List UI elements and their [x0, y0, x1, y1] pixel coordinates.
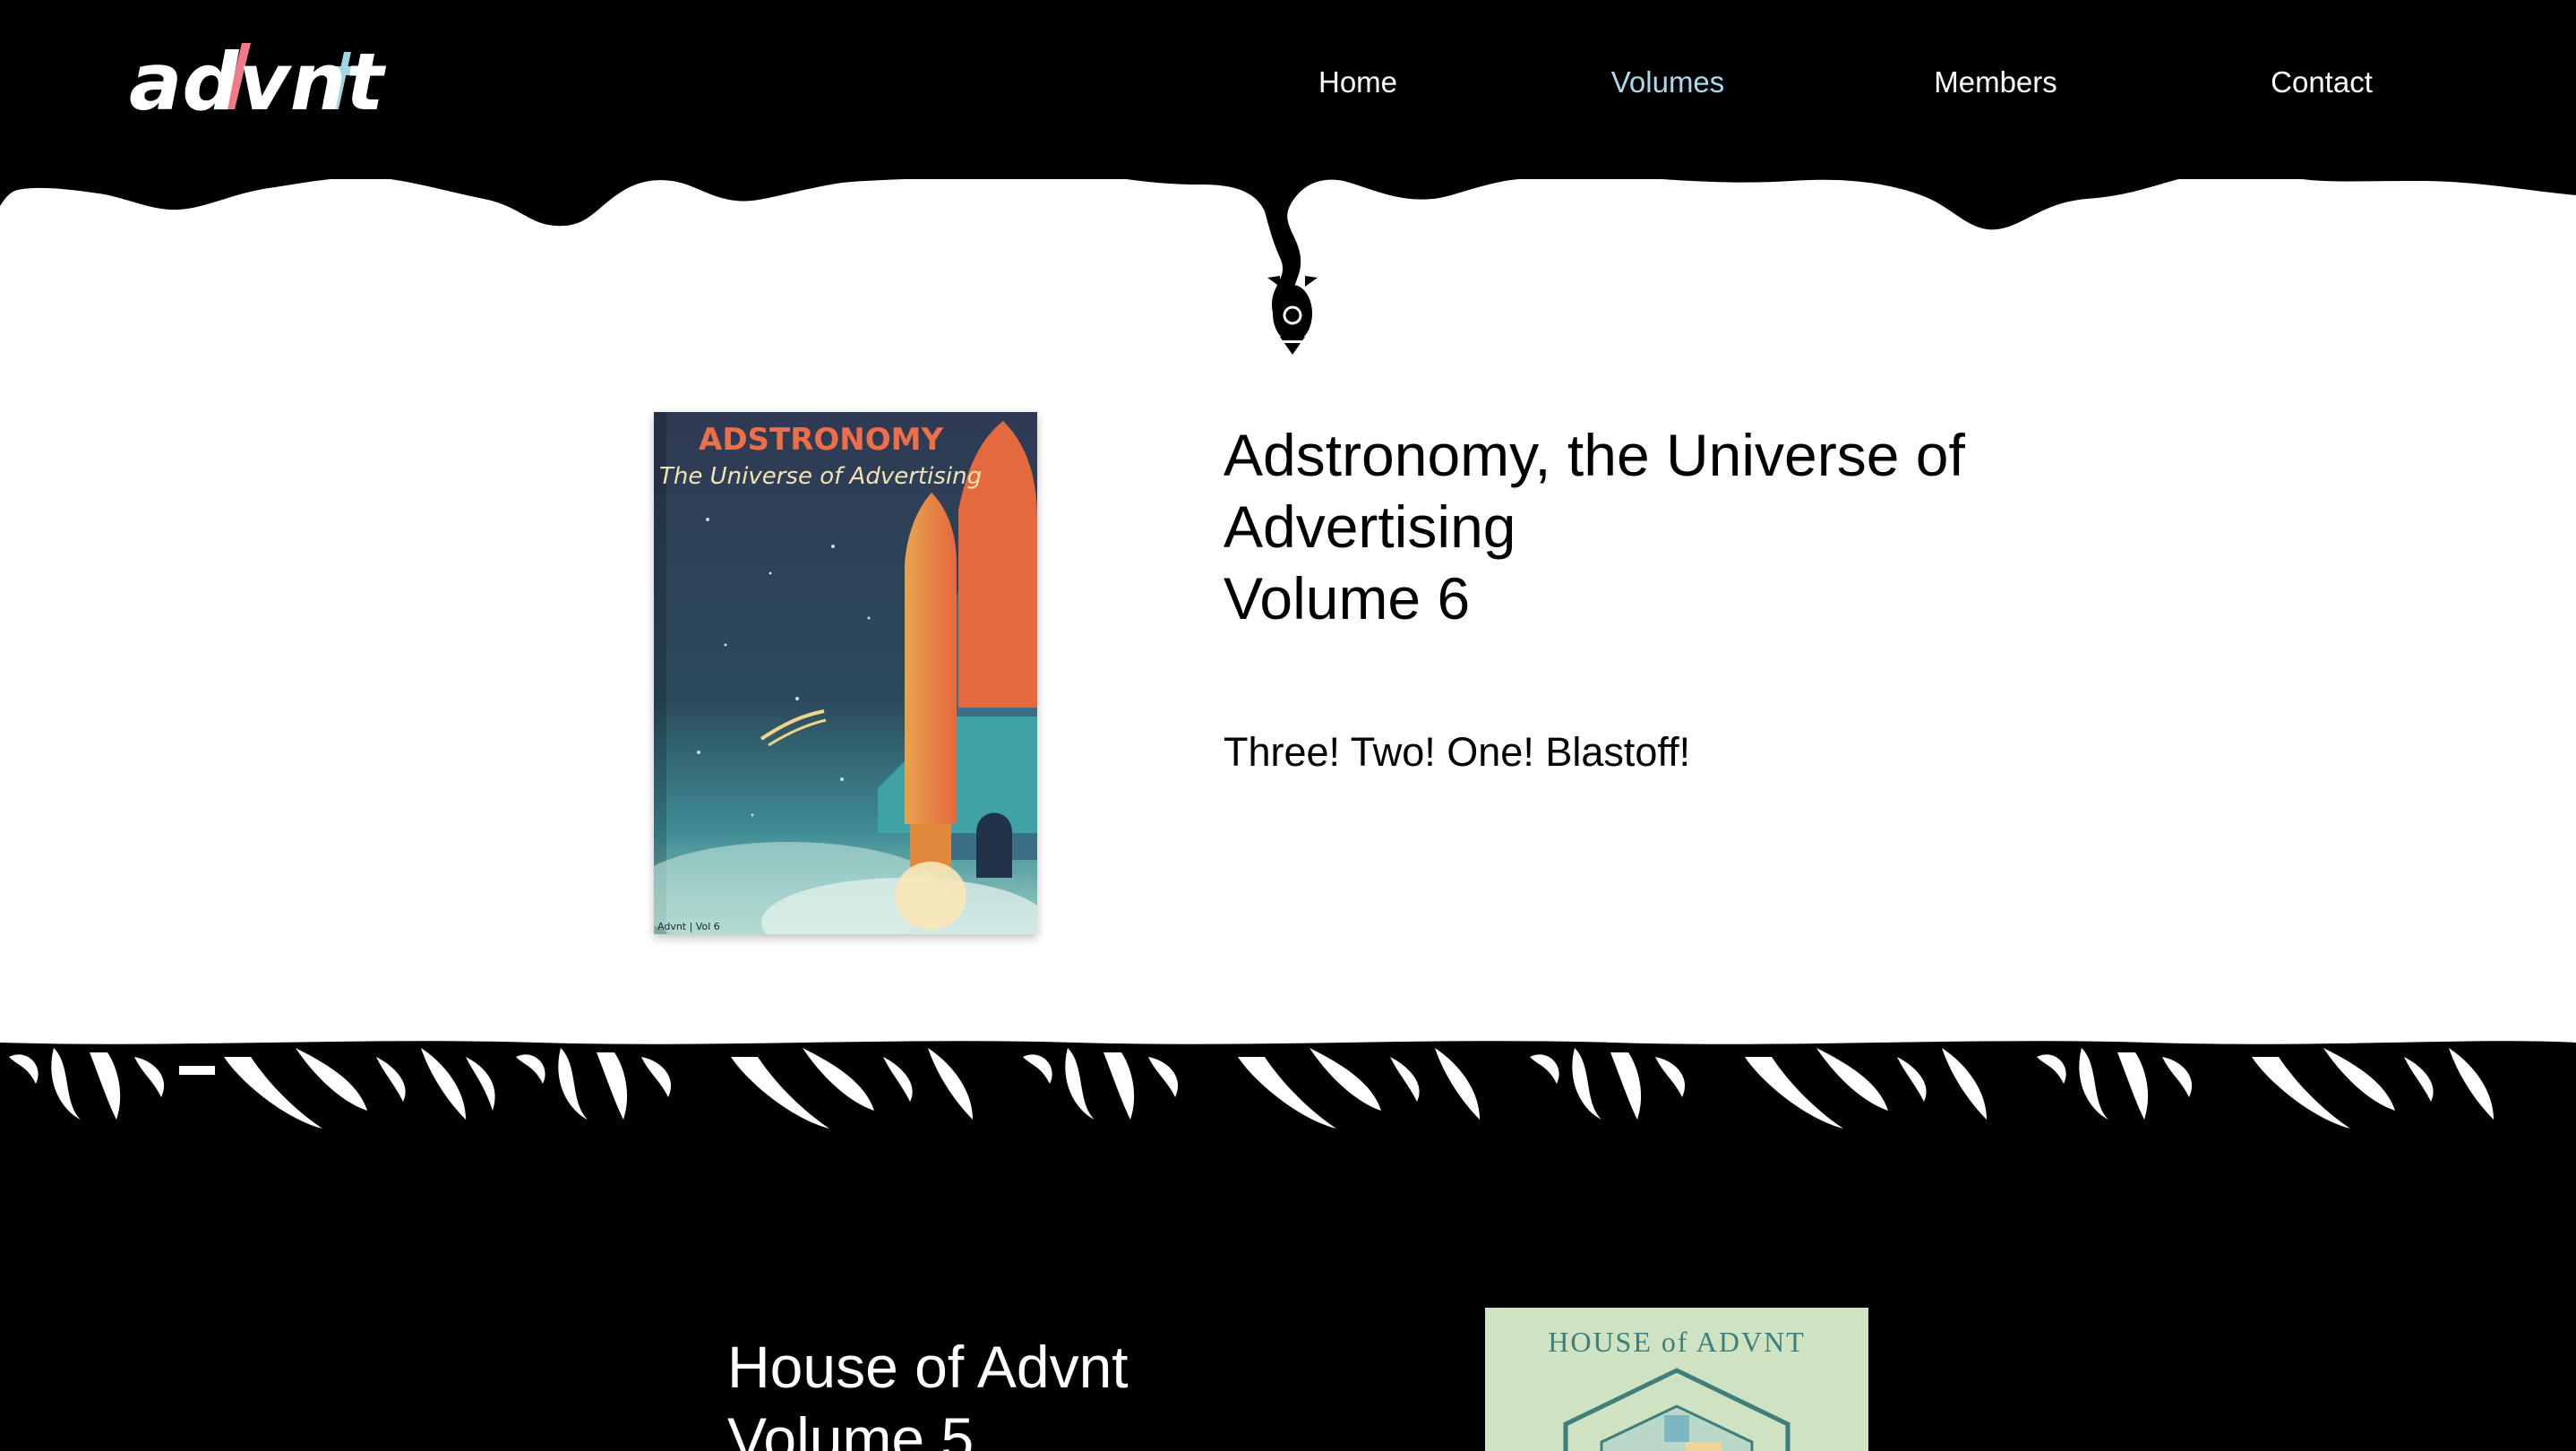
main-nav: Home Volumes Members Contact: [0, 56, 2576, 109]
cover5-headline: HOUSE of ADVNT: [1548, 1326, 1806, 1358]
volume-6-cover[interactable]: ADSTRONOMY The Universe of Advertising A…: [654, 412, 1037, 934]
rocket-illustration: ADSTRONOMY The Universe of Advertising A…: [654, 412, 1037, 934]
nav-members[interactable]: Members: [1934, 56, 2057, 109]
cover6-footer: Advnt | Vol 6: [657, 921, 720, 932]
leaf-divider: [0, 1041, 2576, 1155]
volume-6-title: Adstronomy, the Universe of Advertising: [1224, 422, 1965, 560]
volume-5-cover[interactable]: HOUSE of ADVNT: [1485, 1308, 1868, 1451]
cover6-subhead: The Universe of Advertising: [659, 463, 982, 490]
volume-6-label: Volume 6: [1224, 565, 1471, 631]
bomb-icon: [1267, 276, 1318, 355]
nav-contact[interactable]: Contact: [2271, 56, 2373, 109]
nav-home[interactable]: Home: [1318, 56, 1397, 109]
nav-volumes[interactable]: Volumes: [1611, 56, 1725, 109]
cover6-headline: ADSTRONOMY: [699, 422, 943, 458]
volume-5-label: Volume 5: [727, 1405, 975, 1451]
volume-6-description: Three! Two! One! Blastoff!: [1224, 729, 1691, 775]
house-illustration: [1563, 1368, 1790, 1451]
volume-5-title: House of Advnt: [727, 1334, 1129, 1400]
